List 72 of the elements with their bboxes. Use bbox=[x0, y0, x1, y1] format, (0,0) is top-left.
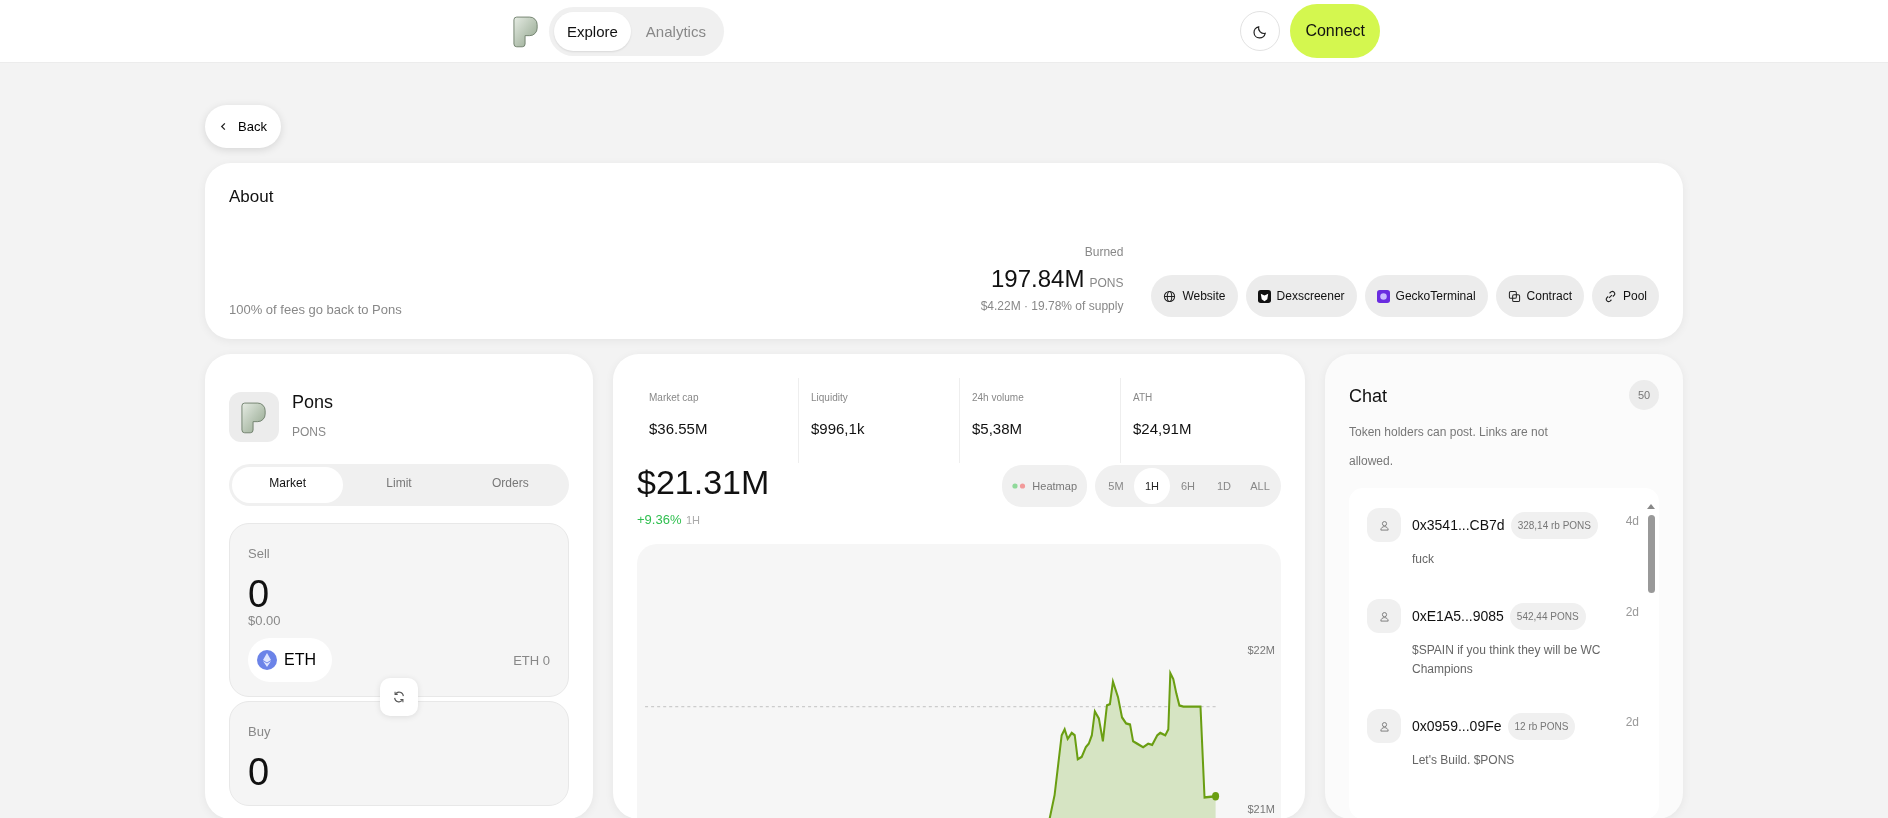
sell-usd-value: $0.00 bbox=[248, 613, 282, 628]
message-text: $SPAIN if you think they will be WC Champions bbox=[1412, 642, 1602, 678]
timeframe-tab[interactable]: 1H bbox=[1134, 468, 1170, 504]
trade-tab[interactable]: Orders bbox=[454, 467, 566, 503]
message-time: 4d bbox=[1625, 514, 1639, 528]
chat-title: Chat bbox=[1349, 386, 1388, 407]
sender-address[interactable]: 0xE1A5...9085 bbox=[1412, 608, 1504, 624]
moon-icon bbox=[1252, 23, 1268, 39]
message-time: 2d bbox=[1625, 715, 1639, 729]
link-button[interactable]: Dexscreener bbox=[1245, 275, 1357, 317]
burned-unit: PONS bbox=[1089, 276, 1124, 290]
copy-icon bbox=[1507, 289, 1521, 303]
globe-icon bbox=[1163, 289, 1177, 303]
refresh-icon bbox=[392, 690, 406, 704]
back-button[interactable]: Back bbox=[205, 105, 281, 148]
holder-balance: 12 rb PONS bbox=[1507, 712, 1576, 740]
link-button[interactable]: Website bbox=[1151, 275, 1238, 317]
link-button[interactable]: Pool bbox=[1591, 275, 1659, 317]
sell-amount[interactable]: 0 bbox=[248, 575, 550, 613]
message-text: Let's Build. $PONS bbox=[1412, 752, 1516, 769]
about-description: 100% of fees go back to Pons bbox=[229, 302, 402, 317]
mask-icon bbox=[1257, 289, 1271, 303]
price-value: $21.31M bbox=[637, 463, 770, 502]
sell-balance: ETH 0 bbox=[513, 652, 550, 668]
asset-selector[interactable]: ETH bbox=[248, 638, 332, 682]
axis-label: $22M bbox=[1247, 644, 1275, 656]
axis-label: $21M bbox=[1247, 803, 1275, 815]
swap-button[interactable] bbox=[380, 678, 418, 716]
about-title: About bbox=[229, 187, 275, 207]
stat-value: $5,38M bbox=[972, 420, 1024, 437]
message-count: 50 bbox=[1629, 380, 1659, 410]
chat-note: Token holders can post. Links are not allowed. bbox=[1349, 424, 1549, 470]
stat-value: $996,1k bbox=[811, 420, 866, 437]
token-symbol: PONS bbox=[292, 425, 327, 439]
stat-label: Market cap bbox=[649, 392, 700, 403]
trade-tab[interactable]: Market bbox=[232, 467, 344, 503]
logo-icon[interactable] bbox=[513, 14, 539, 48]
holder-balance: 542,44 PONS bbox=[1509, 602, 1586, 630]
burned-label: Burned bbox=[1084, 245, 1124, 259]
sender-address[interactable]: 0x3541...CB7d bbox=[1412, 517, 1505, 533]
gecko-logo-icon bbox=[1376, 289, 1390, 303]
buy-label: Buy bbox=[248, 724, 272, 739]
stat-label: ATH bbox=[1133, 392, 1154, 403]
sell-label: Sell bbox=[248, 546, 271, 561]
connect-button[interactable]: Connect bbox=[1290, 4, 1380, 58]
trade-tab[interactable]: Limit bbox=[343, 467, 455, 503]
heatmap-button[interactable]: Heatmap bbox=[1002, 465, 1087, 507]
sender-address[interactable]: 0x0959...09Fe bbox=[1412, 718, 1502, 734]
message-text: fuck bbox=[1412, 551, 1435, 568]
nav-tab[interactable]: Explore bbox=[554, 11, 631, 51]
change-period: 1H bbox=[685, 514, 700, 526]
token-name: Pons bbox=[292, 392, 334, 413]
stat-value: $36.55M bbox=[649, 420, 709, 437]
token-logo-icon bbox=[229, 392, 279, 442]
burned-amount: 197.84M bbox=[991, 265, 1085, 293]
dots-icon bbox=[1012, 483, 1027, 489]
link-button[interactable]: Contract bbox=[1495, 275, 1584, 317]
stat-label: 24h volume bbox=[972, 392, 1025, 403]
user-icon bbox=[1367, 709, 1401, 743]
message-time: 2d bbox=[1625, 605, 1639, 619]
theme-toggle-button[interactable] bbox=[1240, 11, 1281, 51]
price-change: +9.36% bbox=[637, 512, 682, 527]
link-button[interactable]: GeckoTerminal bbox=[1364, 275, 1488, 317]
burned-detail: $4.22M · 19.78% of supply bbox=[980, 299, 1124, 313]
user-icon bbox=[1367, 599, 1401, 633]
user-icon bbox=[1367, 508, 1401, 542]
stat-label: Liquidity bbox=[811, 392, 849, 403]
buy-amount[interactable]: 0 bbox=[248, 753, 550, 791]
chevron-left-icon bbox=[219, 122, 228, 131]
holder-balance: 328,14 rb PONS bbox=[1510, 511, 1598, 539]
chain-link-icon bbox=[1603, 289, 1617, 303]
stat-value: $24,91M bbox=[1133, 420, 1193, 437]
